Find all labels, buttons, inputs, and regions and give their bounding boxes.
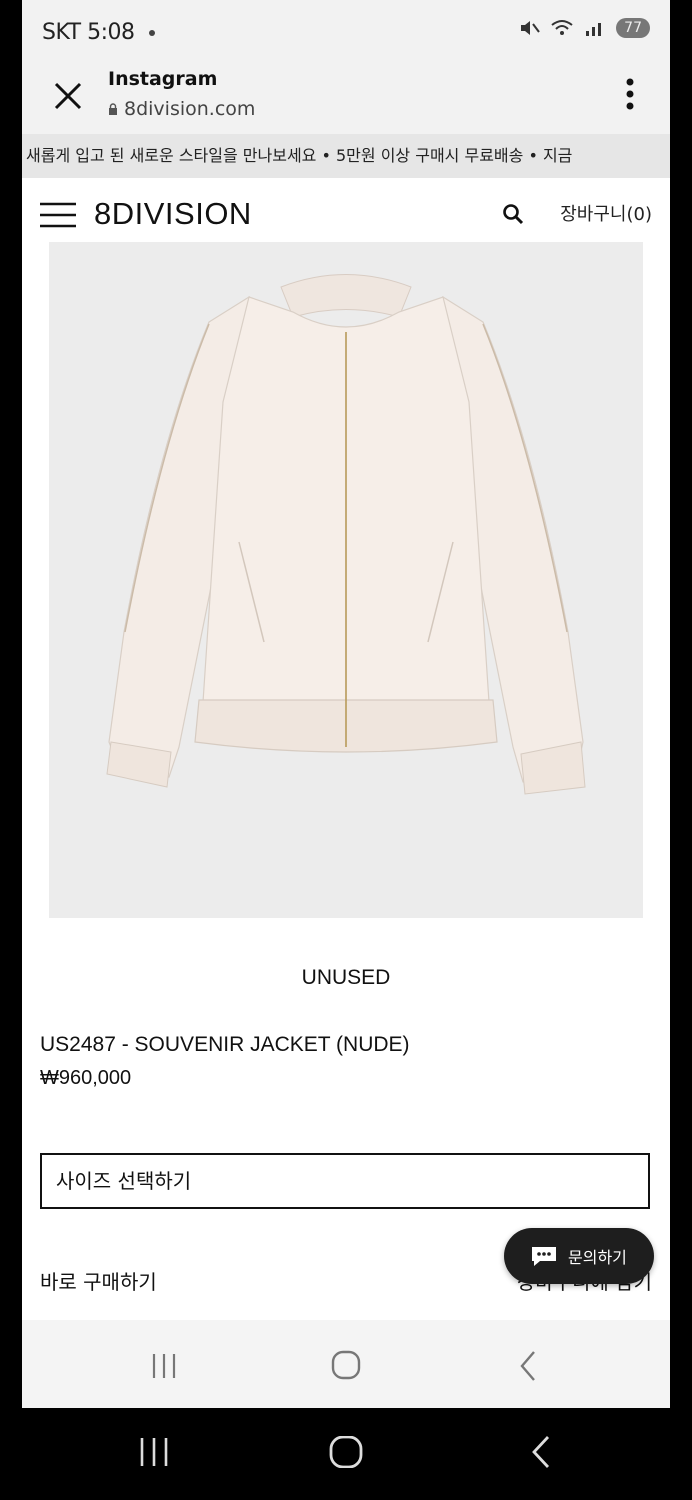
cart-link[interactable]: 장바구니(0) — [560, 200, 652, 226]
system-navigation-bar — [0, 1408, 692, 1500]
home-icon[interactable] — [326, 1350, 366, 1382]
search-icon[interactable] — [502, 203, 524, 225]
product-price: ₩960,000 — [40, 1067, 132, 1089]
status-right: 77 — [518, 18, 650, 38]
jacket-illustration — [106, 274, 586, 795]
status-bar: SKT 5:08 77 — [22, 0, 670, 62]
in-app-browser-bar: Instagram 8division.com — [22, 62, 670, 134]
notification-dot-icon — [148, 29, 155, 36]
battery-badge: 77 — [616, 18, 650, 38]
site-header: 8DIVISION 장바구니(0) — [22, 178, 670, 250]
promo-marquee: 새롭게 입고 된 새로운 스타일을 만나보세요 • 5만원 이상 구매시 무료배… — [22, 134, 670, 178]
recent-apps-icon[interactable] — [134, 1436, 174, 1468]
product-image[interactable] — [49, 242, 643, 918]
lock-icon — [109, 103, 117, 115]
browser-url[interactable]: 8division.com — [108, 98, 255, 120]
site-logo[interactable]: 8DIVISION — [94, 196, 252, 232]
status-carrier-time: SKT 5:08 — [42, 20, 135, 45]
home-icon[interactable] — [326, 1436, 366, 1468]
more-vertical-icon[interactable] — [620, 76, 640, 112]
browser-app-title: Instagram — [108, 68, 218, 90]
phone-screen: SKT 5:08 77 Instagram 8division.com 새롭게 … — [22, 0, 670, 1408]
inquiry-chat-button[interactable]: 문의하기 — [504, 1228, 654, 1284]
close-icon[interactable] — [48, 76, 88, 116]
chat-label: 문의하기 — [568, 1248, 627, 1267]
wifi-icon — [551, 20, 573, 35]
product-brand[interactable]: UNUSED — [22, 966, 670, 990]
status-left: SKT 5:08 — [42, 20, 155, 45]
mute-icon — [521, 21, 540, 35]
inner-navigation-bar — [22, 1320, 670, 1408]
url-text: 8division.com — [124, 98, 256, 120]
product-name: US2487 - SOUVENIR JACKET (NUDE) — [40, 1033, 410, 1056]
promo-text: 새롭게 입고 된 새로운 스타일을 만나보세요 • 5만원 이상 구매시 무료배… — [26, 146, 573, 165]
signal-icon — [586, 23, 602, 36]
size-select-dropdown[interactable]: 사이즈 선택하기 — [40, 1153, 650, 1209]
back-icon[interactable] — [520, 1436, 560, 1468]
menu-icon[interactable] — [40, 202, 76, 228]
recent-apps-icon[interactable] — [144, 1350, 184, 1382]
chat-icon — [532, 1247, 556, 1266]
buy-now-button[interactable]: 바로 구매하기 — [40, 1266, 157, 1295]
back-icon[interactable] — [508, 1350, 548, 1382]
